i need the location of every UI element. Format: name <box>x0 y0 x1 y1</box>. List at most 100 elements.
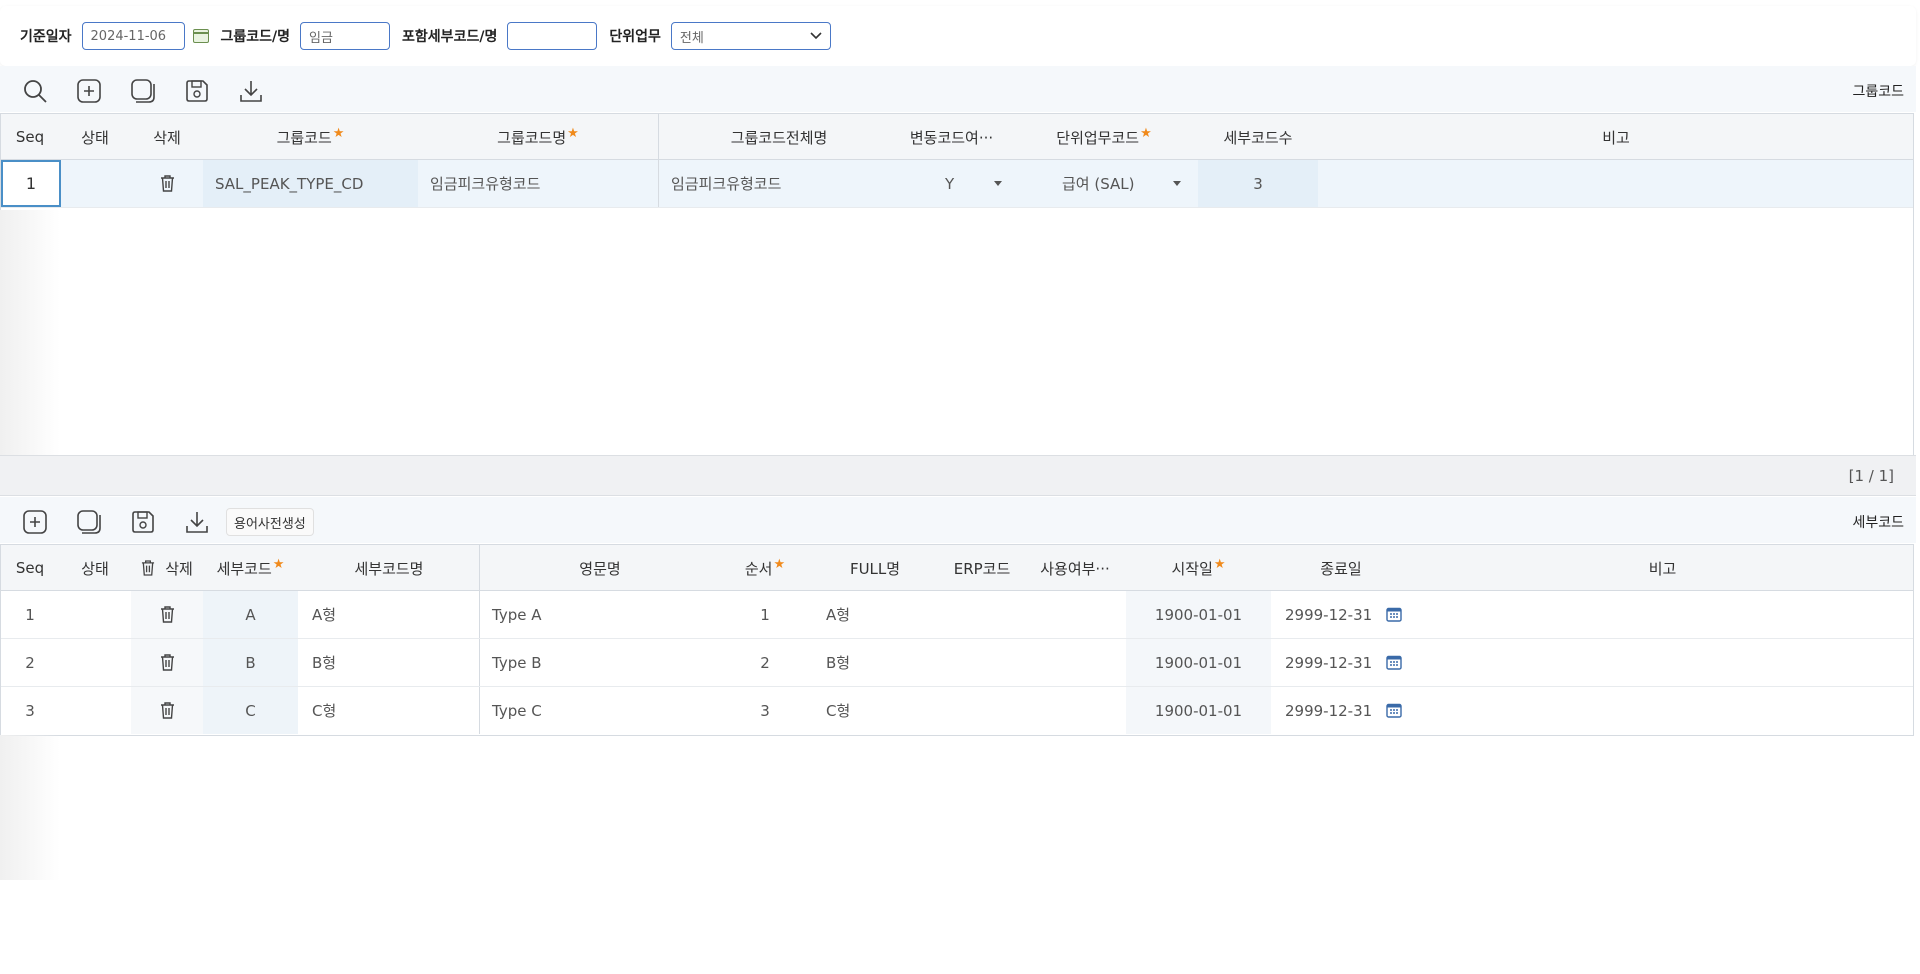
trash-icon <box>160 702 174 719</box>
trash-icon <box>142 560 155 576</box>
table-row[interactable]: 1 SAL_PEAK_TYPE_CD 임금피크유형코드 임금피크유형코드 Y 급… <box>1 160 1913 208</box>
col-detail-code[interactable]: 세부코드 ★ <box>203 545 298 591</box>
row-group-code[interactable]: SAL_PEAK_TYPE_CD <box>203 160 418 207</box>
row-end-date[interactable]: 2999-12-31 <box>1271 591 1411 638</box>
col-detail-count[interactable]: 세부코드수 <box>1198 114 1318 160</box>
row-detail-code[interactable]: B <box>203 639 298 686</box>
table-row[interactable]: 1 A A형 Type A 1 A형 1900-01-01 2999-12-31 <box>1 591 1913 639</box>
search-button[interactable] <box>18 74 52 108</box>
col-seq[interactable]: Seq <box>1 114 59 160</box>
col-group-fullname[interactable]: 그룹코드전체명 <box>659 114 899 160</box>
row-full-name[interactable]: C형 <box>810 687 940 734</box>
row-use-yn[interactable] <box>1024 639 1126 686</box>
row-erp-code[interactable] <box>940 591 1024 638</box>
chevron-down-icon <box>810 32 822 40</box>
calendar-icon <box>1386 655 1402 670</box>
delete-row-button[interactable] <box>131 160 203 207</box>
detail-download-button[interactable] <box>180 505 214 539</box>
row-detail-name[interactable]: A형 <box>298 591 480 638</box>
group-toolbar: 그룹코드 <box>0 68 1916 114</box>
col-status[interactable]: 상태 <box>59 545 131 591</box>
row-seq[interactable]: 2 <box>1 639 59 686</box>
col-order[interactable]: 순서 ★ <box>720 545 810 591</box>
col-note[interactable]: 비고 <box>1411 545 1914 591</box>
unit-task-select[interactable]: 전체 <box>670 22 831 50</box>
detail-copy-button[interactable] <box>72 505 106 539</box>
row-eng-name[interactable]: Type C <box>480 687 720 734</box>
row-use-yn[interactable] <box>1024 687 1126 734</box>
detail-add-row-button[interactable] <box>18 505 52 539</box>
row-full-name[interactable]: B형 <box>810 639 940 686</box>
row-detail-name[interactable]: B형 <box>298 639 480 686</box>
row-order[interactable]: 2 <box>720 639 810 686</box>
row-note[interactable] <box>1318 160 1914 207</box>
row-start-date[interactable]: 1900-01-01 <box>1126 591 1271 638</box>
base-date-label: 기준일자 <box>20 29 72 45</box>
row-erp-code[interactable] <box>940 687 1024 734</box>
row-group-fullname[interactable]: 임금피크유형코드 <box>659 160 899 207</box>
page-indicator: [1 / 1] <box>1848 466 1894 485</box>
row-start-date[interactable]: 1900-01-01 <box>1126 687 1271 734</box>
row-detail-name[interactable]: C형 <box>298 687 480 734</box>
row-detail-code[interactable]: A <box>203 591 298 638</box>
detail-code-label: 포함세부코드/명 <box>402 29 498 45</box>
required-star-icon: ★ <box>567 125 579 141</box>
delete-row-button[interactable] <box>131 687 203 734</box>
table-row[interactable]: 3 C C형 Type C 3 C형 1900-01-01 2999-12-31 <box>1 687 1913 735</box>
col-end-date[interactable]: 종료일 <box>1271 545 1411 591</box>
delete-row-button[interactable] <box>131 591 203 638</box>
col-unit-task[interactable]: 단위업무코드 ★ <box>1034 114 1174 160</box>
row-seq[interactable]: 1 <box>1 160 61 207</box>
col-variable[interactable]: 변동코드여··· <box>899 114 1004 160</box>
col-full-name[interactable]: FULL명 <box>810 545 940 591</box>
add-row-button[interactable] <box>72 74 106 108</box>
table-row[interactable]: 2 B B형 Type B 2 B형 1900-01-01 2999-12-31 <box>1 639 1913 687</box>
col-delete[interactable]: 삭제 <box>131 114 203 160</box>
row-seq[interactable]: 1 <box>1 591 59 638</box>
col-seq[interactable]: Seq <box>1 545 59 591</box>
save-button[interactable] <box>180 74 214 108</box>
row-order[interactable]: 1 <box>720 591 810 638</box>
col-use-yn[interactable]: 사용여부··· <box>1024 545 1126 591</box>
row-use-yn[interactable] <box>1024 591 1126 638</box>
row-start-date[interactable]: 1900-01-01 <box>1126 639 1271 686</box>
dropdown-arrow-icon <box>1172 181 1181 186</box>
download-button[interactable] <box>234 74 268 108</box>
trash-icon <box>160 606 174 623</box>
trash-icon <box>160 654 174 671</box>
term-dictionary-button[interactable]: 용어사전생성 <box>226 508 314 536</box>
add-icon <box>77 79 101 103</box>
col-group-code[interactable]: 그룹코드 ★ <box>203 114 418 160</box>
calendar-icon[interactable] <box>192 29 209 43</box>
detail-grid: Seq 상태 삭제 세부코드 ★ 세부코드명 영문명 순서 ★ FULL명 ERP코… <box>0 544 1914 736</box>
col-eng-name[interactable]: 영문명 <box>480 545 720 591</box>
col-delete[interactable]: 삭제 <box>131 545 203 591</box>
row-seq[interactable]: 3 <box>1 687 59 734</box>
row-variable-select[interactable]: Y <box>899 160 1034 207</box>
base-date-input[interactable]: 2024-11-06 <box>81 22 185 50</box>
row-full-name[interactable]: A형 <box>810 591 940 638</box>
row-eng-name[interactable]: Type A <box>480 591 720 638</box>
row-end-date[interactable]: 2999-12-31 <box>1271 639 1411 686</box>
row-eng-name[interactable]: Type B <box>480 639 720 686</box>
col-group-name[interactable]: 그룹코드명 ★ <box>418 114 658 160</box>
row-unit-task-select[interactable]: 급여 (SAL) <box>1034 160 1198 207</box>
detail-grid-header: Seq 상태 삭제 세부코드 ★ 세부코드명 영문명 순서 ★ FULL명 ERP코… <box>1 545 1913 591</box>
copy-button[interactable] <box>126 74 160 108</box>
col-start-date[interactable]: 시작일 ★ <box>1126 545 1271 591</box>
row-group-name[interactable]: 임금피크유형코드 <box>418 160 658 207</box>
row-erp-code[interactable] <box>940 639 1024 686</box>
group-code-label: 그룹코드/명 <box>220 29 291 45</box>
row-order[interactable]: 3 <box>720 687 810 734</box>
col-note[interactable]: 비고 <box>1318 114 1914 160</box>
row-end-date[interactable]: 2999-12-31 <box>1271 687 1411 734</box>
detail-code-input[interactable] <box>507 22 598 50</box>
group-code-input[interactable]: 임금 <box>300 22 391 50</box>
col-detail-name[interactable]: 세부코드명 <box>298 545 480 591</box>
col-status[interactable]: 상태 <box>59 114 131 160</box>
col-erp-code[interactable]: ERP코드 <box>940 545 1024 591</box>
calendar-icon <box>1386 607 1402 622</box>
delete-row-button[interactable] <box>131 639 203 686</box>
detail-save-button[interactable] <box>126 505 160 539</box>
row-detail-code[interactable]: C <box>203 687 298 734</box>
